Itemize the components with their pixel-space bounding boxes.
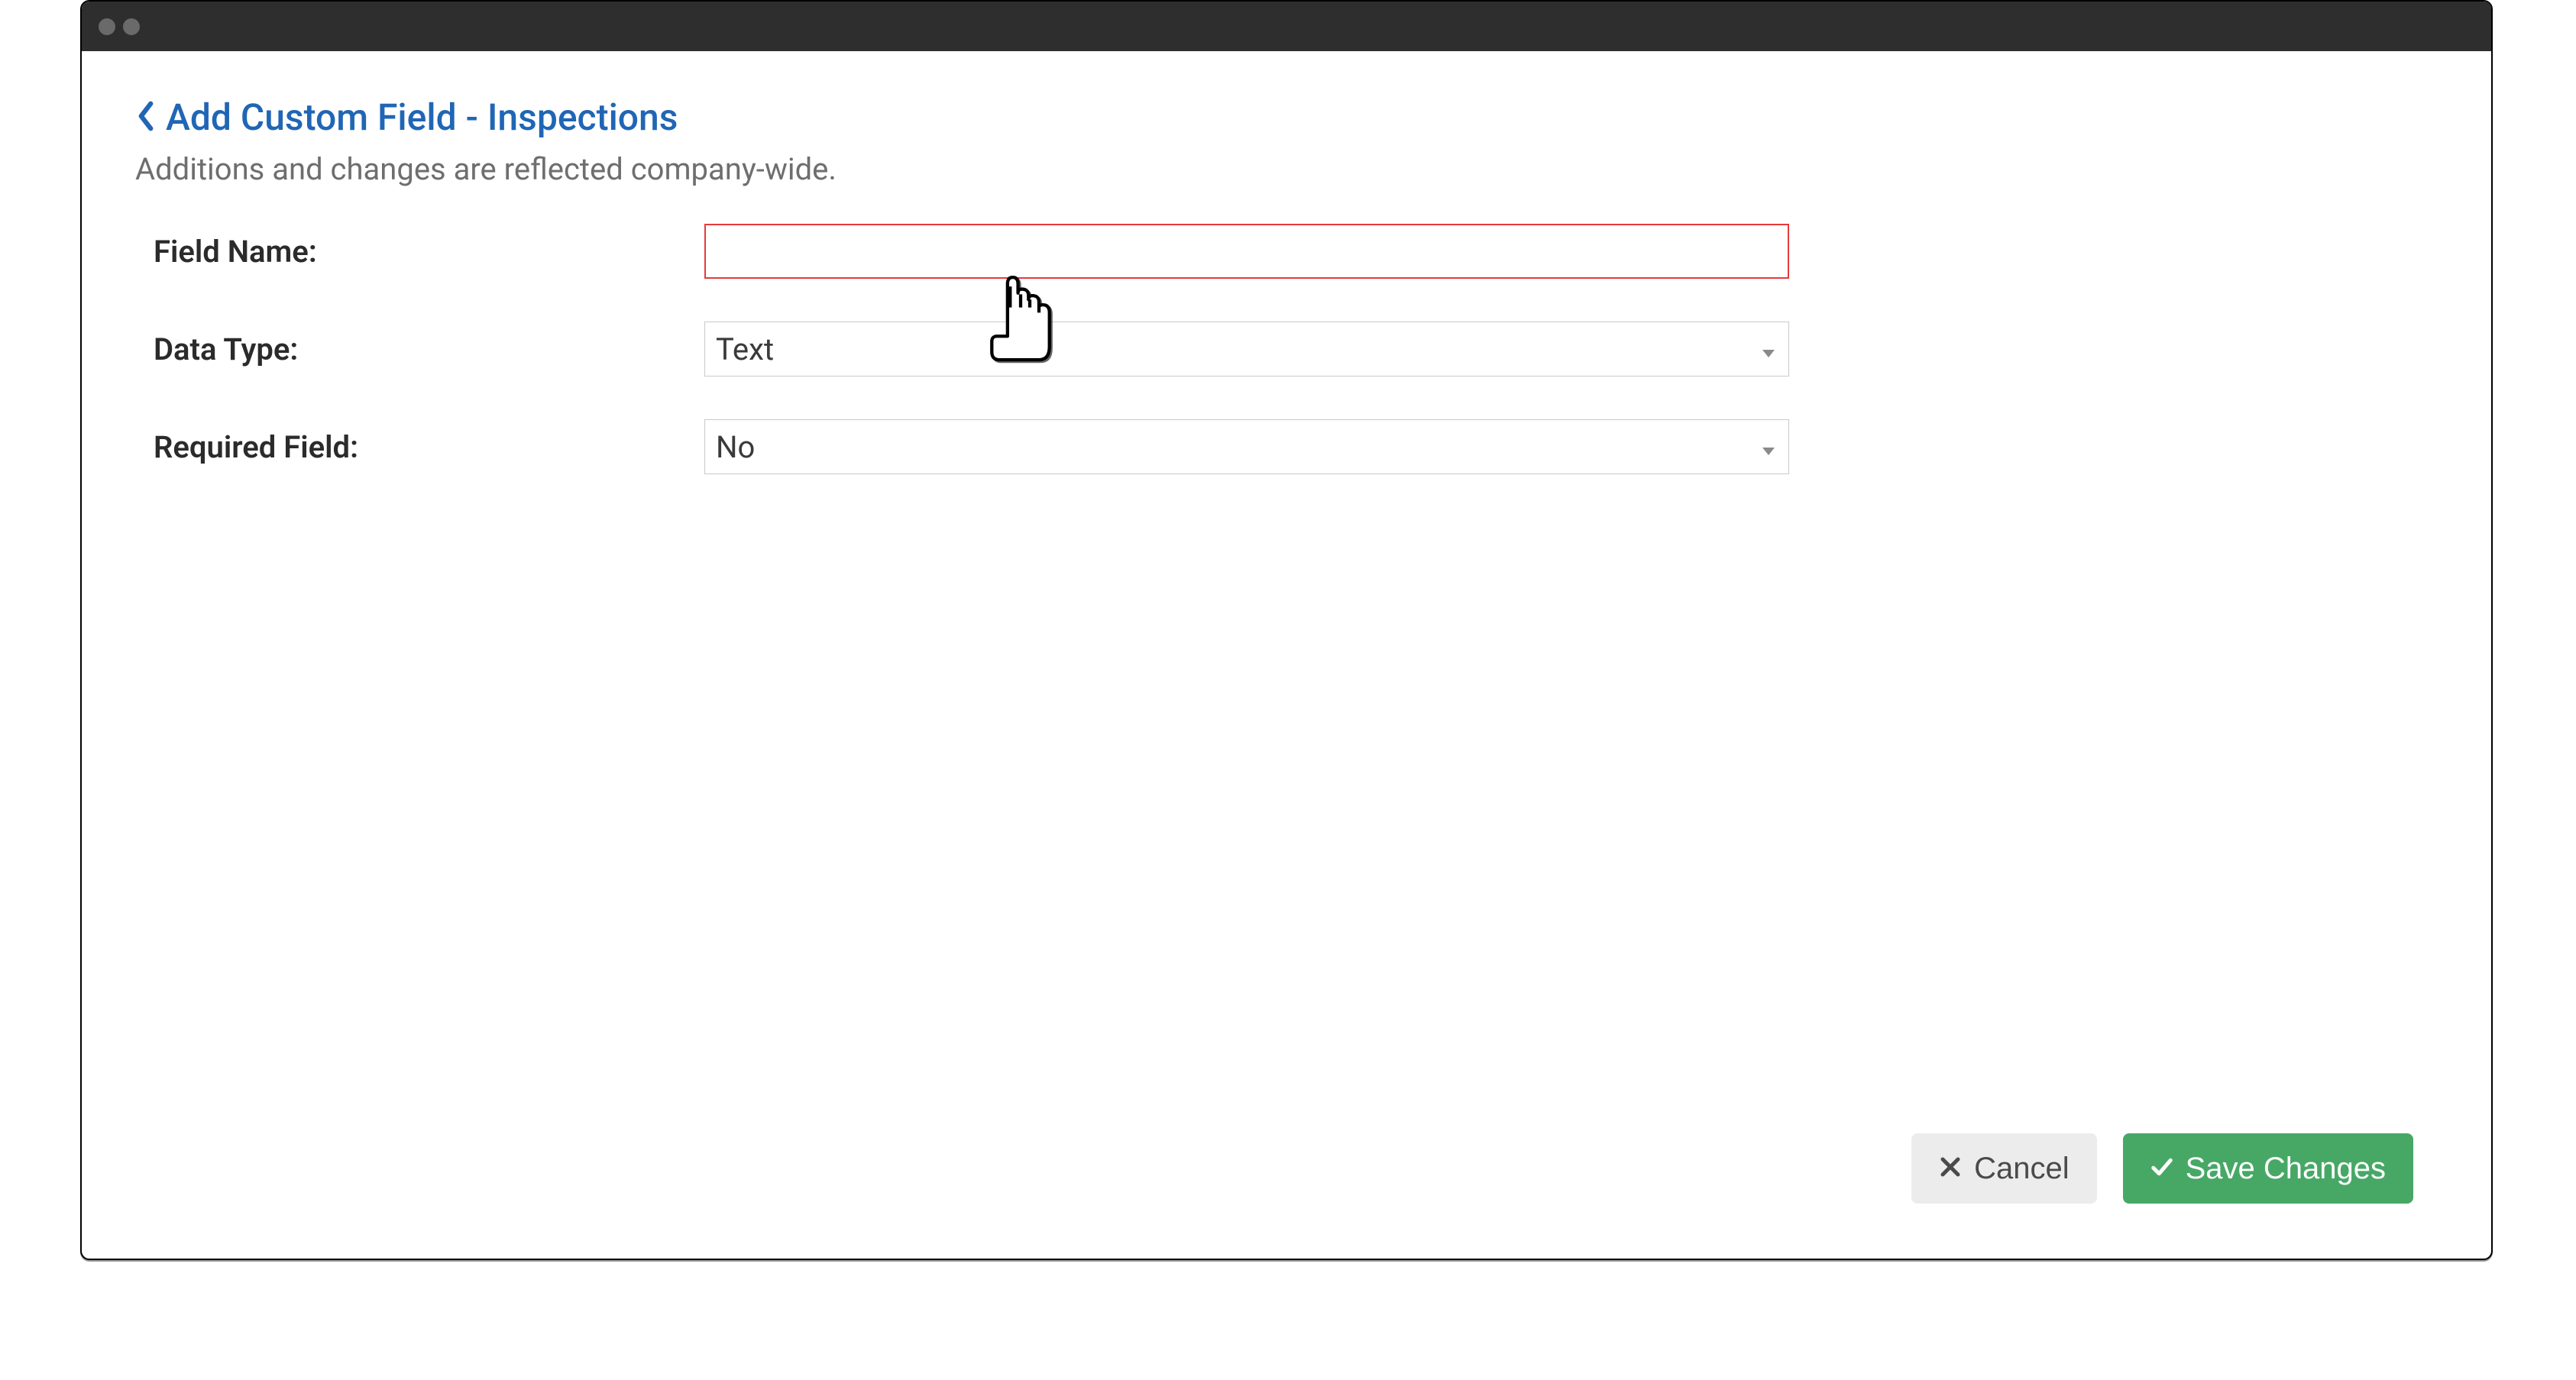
data-type-label: Data Type: (135, 331, 704, 367)
data-type-row: Data Type: Text (135, 322, 2438, 377)
field-name-row: Field Name: (135, 224, 2438, 279)
window-minimize-button[interactable] (123, 18, 140, 35)
save-changes-button[interactable]: Save Changes (2123, 1133, 2413, 1204)
required-field-value: No (716, 429, 755, 465)
close-icon (1939, 1152, 1962, 1186)
titlebar (82, 2, 2491, 51)
data-type-value: Text (716, 331, 774, 367)
chevron-down-icon (1759, 331, 1778, 367)
save-button-label: Save Changes (2186, 1152, 2386, 1186)
window-close-button[interactable] (99, 18, 115, 35)
modal-title[interactable]: Add Custom Field - Inspections (166, 95, 678, 139)
chevron-down-icon (1759, 429, 1778, 465)
data-type-select[interactable]: Text (704, 322, 1789, 377)
back-chevron-icon[interactable] (135, 101, 157, 134)
modal-subtitle: Additions and changes are reflected comp… (135, 151, 2438, 187)
required-field-label: Required Field: (135, 429, 704, 465)
cancel-button-label: Cancel (1974, 1152, 2070, 1186)
add-custom-field-modal: Add Custom Field - Inspections Additions… (89, 59, 2484, 1246)
cancel-button[interactable]: Cancel (1911, 1133, 2097, 1204)
field-name-input[interactable] (704, 224, 1789, 279)
app-window: Add Custom Field - Inspections Additions… (80, 0, 2493, 1260)
required-field-select[interactable]: No (704, 419, 1789, 474)
modal-footer: Cancel Save Changes (135, 1133, 2438, 1210)
check-icon (2150, 1152, 2173, 1186)
form-area: Field Name: Data Type: Text Requ (135, 224, 2438, 1133)
modal-header: Add Custom Field - Inspections (135, 95, 2438, 139)
required-field-row: Required Field: No (135, 419, 2438, 474)
field-name-label: Field Name: (135, 234, 704, 270)
